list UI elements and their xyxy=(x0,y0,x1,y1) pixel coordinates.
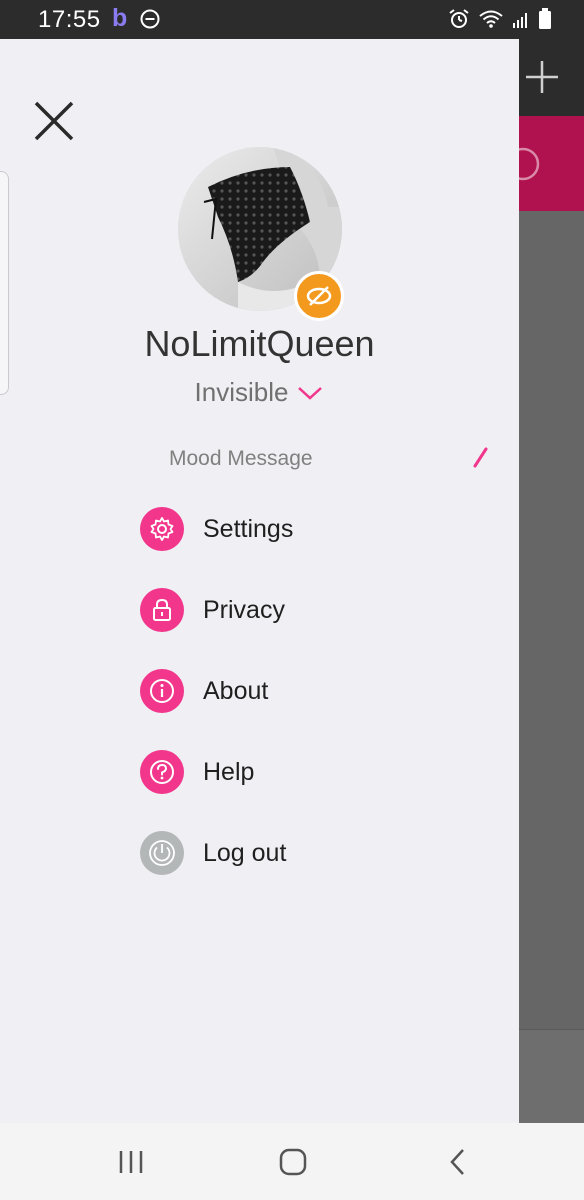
dnd-icon xyxy=(140,9,160,34)
presence-label: Invisible xyxy=(194,377,289,407)
menu-item-label: Privacy xyxy=(203,595,285,624)
plus-icon xyxy=(526,61,558,93)
menu-item-label: Log out xyxy=(203,838,287,867)
menu-item-privacy[interactable]: Privacy xyxy=(140,586,480,634)
navigation-drawer: NoLimitQueen Invisible Mood Message Sett… xyxy=(0,39,519,1123)
menu-item-about[interactable]: About xyxy=(140,667,480,715)
home-icon xyxy=(279,1148,307,1176)
close-icon xyxy=(34,101,74,141)
eye-slash-icon xyxy=(306,286,332,306)
background-content xyxy=(518,211,584,1029)
background-bottom-bar xyxy=(518,1029,584,1124)
status-bar: 17:55 b xyxy=(0,0,584,39)
recent-apps-button[interactable] xyxy=(116,1147,146,1177)
invisible-status-badge xyxy=(294,271,344,321)
mood-message-label: Mood Message xyxy=(169,447,313,470)
avatar-container[interactable] xyxy=(178,147,344,321)
presence-selector[interactable]: Invisible xyxy=(0,377,519,408)
battery-icon xyxy=(538,8,552,35)
pencil-icon xyxy=(473,447,488,468)
signal-icon xyxy=(512,9,530,34)
menu-item-help[interactable]: Help xyxy=(140,748,480,796)
wifi-icon xyxy=(478,8,504,35)
lock-icon xyxy=(140,588,184,632)
info-icon xyxy=(140,669,184,713)
mood-message-row[interactable]: Mood Message xyxy=(169,445,493,475)
background-pink-bar xyxy=(506,116,584,211)
app-indicator-icon: b xyxy=(112,4,128,32)
menu-item-settings[interactable]: Settings xyxy=(140,505,480,553)
menu-item-logout[interactable]: Log out xyxy=(140,829,480,877)
screen: 17:55 b NoLimitQueen Invisible Mood Mess… xyxy=(0,0,584,1200)
back-icon xyxy=(450,1149,464,1175)
chevron-down-icon xyxy=(298,386,323,400)
status-time: 17:55 xyxy=(38,6,101,33)
status-icons xyxy=(448,8,552,35)
menu-item-label: Help xyxy=(203,757,255,786)
recent-apps-icon xyxy=(119,1151,143,1173)
back-button[interactable] xyxy=(444,1147,474,1177)
system-navigation-bar xyxy=(0,1123,584,1200)
background-app xyxy=(506,39,584,1124)
username: NoLimitQueen xyxy=(144,323,375,364)
menu-item-label: About xyxy=(203,676,269,705)
power-icon xyxy=(140,831,184,875)
edit-mood-button[interactable] xyxy=(469,445,493,469)
menu-item-label: Settings xyxy=(203,514,294,543)
background-top-bar xyxy=(518,39,584,116)
home-button[interactable] xyxy=(278,1147,308,1177)
question-icon xyxy=(140,750,184,794)
alarm-icon xyxy=(448,8,470,35)
gear-icon xyxy=(140,507,184,551)
close-button[interactable] xyxy=(30,97,78,145)
